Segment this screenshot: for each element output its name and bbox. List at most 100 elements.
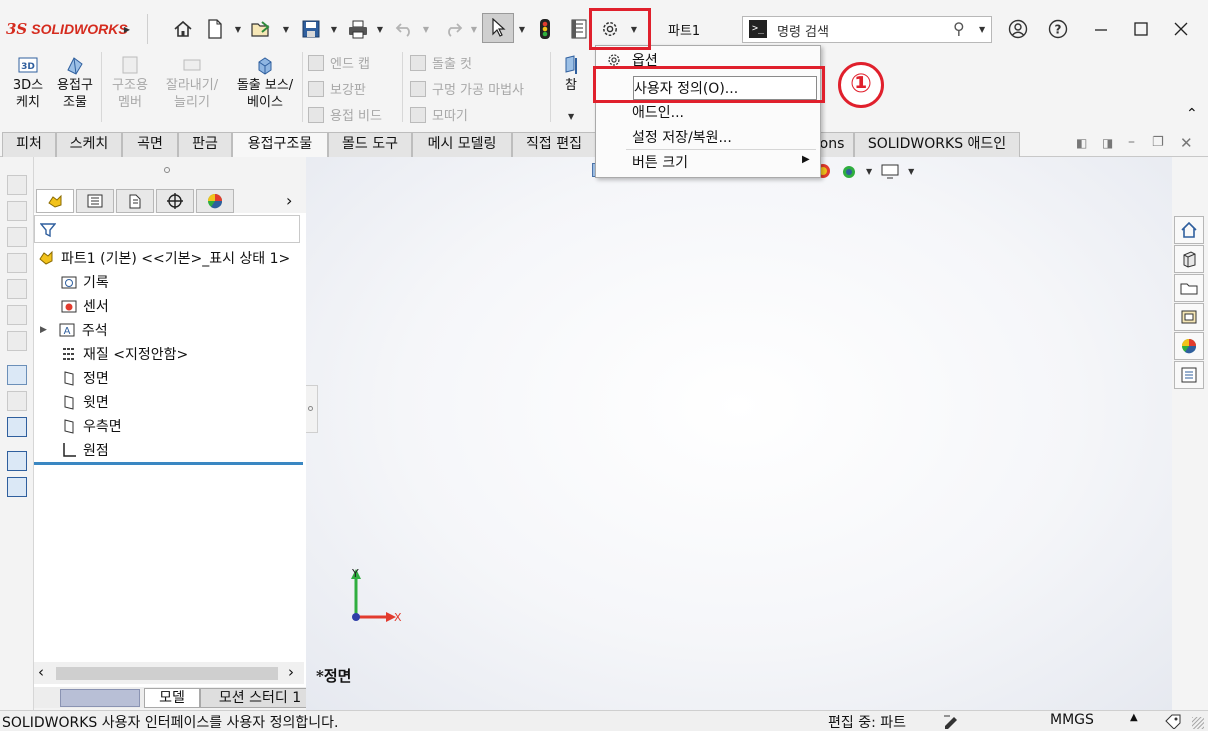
menu-item-save-restore-settings[interactable]: 설정 저장/복원...: [632, 127, 732, 147]
tree-item-right-plane[interactable]: 우측면: [60, 416, 122, 436]
strip-tool-icon[interactable]: [7, 391, 27, 411]
menu-item-button-size[interactable]: 버튼 크기: [632, 152, 688, 172]
tree-filter-box[interactable]: [34, 215, 300, 243]
redo-dropdown-icon[interactable]: ▼: [468, 16, 480, 42]
search-dropdown-icon[interactable]: ▼: [979, 25, 985, 34]
doc-restore-icon[interactable]: ❐: [1152, 135, 1164, 150]
hole-wizard-button[interactable]: 구멍 가공 마법사: [410, 79, 524, 98]
strip-tool-icon[interactable]: [7, 305, 27, 325]
scene-dropdown-icon[interactable]: ▼: [866, 167, 872, 176]
doc-minimize-icon[interactable]: –: [1128, 134, 1135, 150]
extruded-boss-button[interactable]: 돌출 보스/ 베이스: [230, 54, 300, 111]
select-dropdown-icon[interactable]: ▼: [516, 16, 528, 42]
panel-splitter[interactable]: [306, 385, 318, 433]
tree-root-part[interactable]: 파트1 (기본) <<기본>_표시 상태 1>: [38, 248, 290, 268]
property-manager-tab-icon[interactable]: [76, 189, 114, 213]
tab-mold-tools[interactable]: 몰드 도구: [328, 132, 412, 157]
strip-tool-icon[interactable]: [7, 331, 27, 351]
horizontal-scrollbar[interactable]: ‹ ›: [34, 662, 304, 684]
units-indicator[interactable]: MMGS: [1050, 712, 1094, 728]
search-icon[interactable]: ⚲: [953, 19, 965, 38]
rebuild-icon[interactable]: [534, 16, 556, 42]
weldment-button[interactable]: 용접구 조물: [52, 54, 98, 111]
reference-geometry-button[interactable]: 참: [556, 54, 586, 94]
strip-tool-icon[interactable]: [7, 253, 27, 273]
view-palette-icon[interactable]: [1174, 303, 1204, 331]
resize-grip-icon[interactable]: [1192, 717, 1204, 729]
tab-sketch[interactable]: 스케치: [56, 132, 122, 157]
open-folder-icon[interactable]: [248, 16, 274, 42]
tab-features[interactable]: 피처: [2, 132, 56, 157]
tab-sheet-metal[interactable]: 판금: [178, 132, 232, 157]
units-up-icon[interactable]: ▲: [1130, 712, 1138, 723]
configuration-manager-tab-icon[interactable]: [116, 189, 154, 213]
solidworks-logo[interactable]: 3S SOLIDWORKS: [6, 18, 128, 40]
tab-motion-study[interactable]: 모션 스터디 1: [200, 688, 320, 708]
redo-icon[interactable]: [440, 16, 466, 42]
fm-tab-more-icon[interactable]: ›: [286, 191, 292, 210]
strip-tool-icon[interactable]: [7, 417, 27, 437]
tab-mesh-modeling[interactable]: 메시 모델링: [412, 132, 512, 157]
display-manager-tab-icon[interactable]: [196, 189, 234, 213]
feature-manager-tab-icon[interactable]: [36, 189, 74, 213]
tree-item-sensors[interactable]: 센서: [60, 296, 109, 316]
undo-dropdown-icon[interactable]: ▼: [420, 16, 432, 42]
tab-model[interactable]: 모델: [144, 688, 200, 708]
home-icon[interactable]: [170, 16, 196, 42]
view-settings-icon[interactable]: [880, 163, 900, 179]
strip-tool-icon[interactable]: [7, 477, 27, 497]
tree-item-origin[interactable]: 원점: [60, 440, 109, 460]
tree-item-top-plane[interactable]: 윗면: [60, 392, 109, 412]
logo-expand-icon[interactable]: ▶: [120, 16, 134, 42]
save-icon[interactable]: [298, 16, 324, 42]
gusset-button[interactable]: 보강판: [308, 79, 366, 98]
strip-tool-icon[interactable]: [7, 365, 27, 385]
strip-tool-icon[interactable]: [7, 175, 27, 195]
save-dropdown-icon[interactable]: ▼: [328, 16, 340, 42]
command-search-box[interactable]: >_ 명령 검색 ⚲ ▼: [742, 16, 992, 43]
chamfer-button[interactable]: 모따기: [410, 105, 468, 124]
help-icon[interactable]: ?: [1044, 16, 1072, 42]
structural-member-button[interactable]: 구조용 멤버: [106, 54, 154, 111]
scroll-right-icon[interactable]: ›: [288, 663, 294, 681]
custom-properties-icon[interactable]: [1174, 361, 1204, 389]
rollback-bar[interactable]: [34, 462, 303, 465]
tab-scroll-buttons[interactable]: [60, 689, 140, 707]
tab-next-icon[interactable]: ◨: [1102, 136, 1113, 150]
tab-weldments[interactable]: 용접구조물: [232, 132, 328, 157]
open-dropdown-icon[interactable]: ▼: [280, 16, 292, 42]
print-dropdown-icon[interactable]: ▼: [374, 16, 386, 42]
user-account-icon[interactable]: [1004, 16, 1032, 42]
tag-icon[interactable]: [1164, 713, 1182, 729]
sketch-3d-button[interactable]: 3D 3D스 케치: [6, 54, 50, 111]
tab-surfaces[interactable]: 곡면: [122, 132, 178, 157]
tab-solidworks-addins[interactable]: SOLIDWORKS 애드인: [854, 132, 1020, 157]
graphics-area[interactable]: ▼ ▼ Y X *정면: [306, 157, 1172, 710]
tree-item-history[interactable]: 기록: [60, 272, 109, 292]
design-library-icon[interactable]: [1174, 245, 1204, 273]
print-icon[interactable]: [344, 16, 372, 42]
file-explorer-icon[interactable]: [1174, 274, 1204, 302]
tab-prev-icon[interactable]: ◧: [1076, 136, 1087, 150]
tree-item-annotations[interactable]: ▶ A 주석: [40, 320, 108, 340]
strip-tool-icon[interactable]: [7, 451, 27, 471]
scroll-thumb[interactable]: [56, 667, 278, 680]
maximize-icon[interactable]: [1126, 16, 1156, 42]
view-settings-dropdown-icon[interactable]: ▼: [908, 167, 914, 176]
new-dropdown-icon[interactable]: ▼: [232, 16, 244, 42]
fm-grip-icon[interactable]: [164, 167, 170, 173]
apply-scene-icon[interactable]: [840, 163, 858, 179]
filter-icon[interactable]: [40, 222, 56, 238]
strip-tool-icon[interactable]: [7, 201, 27, 221]
undo-icon[interactable]: [392, 16, 418, 42]
collapse-ribbon-icon[interactable]: ⌃: [1186, 106, 1198, 122]
dimxpert-tab-icon[interactable]: [156, 189, 194, 213]
tree-item-material[interactable]: 재질 <지정안함>: [60, 344, 188, 364]
close-icon[interactable]: [1166, 16, 1196, 42]
weld-bead-button[interactable]: 용접 비드: [308, 105, 382, 124]
strip-tool-icon[interactable]: [7, 279, 27, 299]
strip-tool-icon[interactable]: [7, 227, 27, 247]
reference-dropdown-icon[interactable]: ▼: [568, 112, 574, 121]
trim-extend-button[interactable]: 잘라내기/ 늘리기: [158, 54, 226, 111]
new-document-icon[interactable]: [202, 16, 228, 42]
